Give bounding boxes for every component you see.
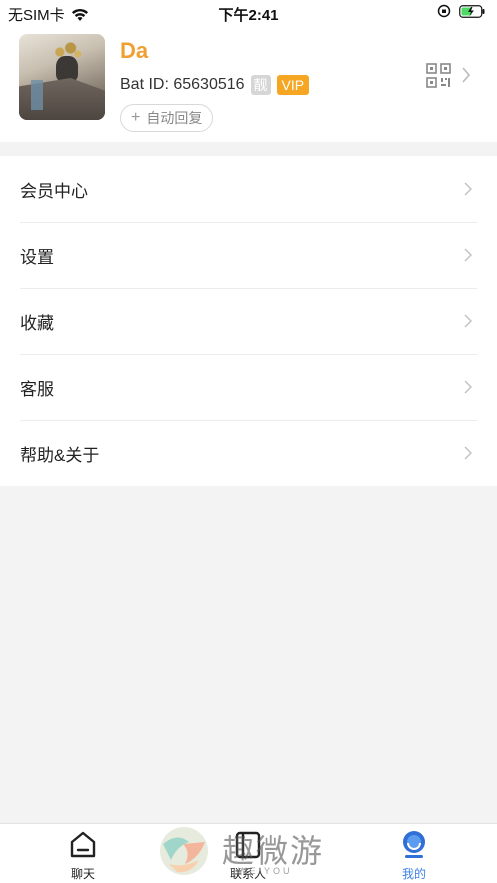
menu-item-customer-service[interactable]: 客服: [0, 354, 497, 420]
menu-item-vip-center[interactable]: 会员中心: [0, 156, 497, 222]
menu-item-help-about[interactable]: 帮助&关于: [0, 420, 497, 486]
user-id: Bat ID: 65630516: [120, 76, 245, 93]
avatar[interactable]: [19, 34, 105, 120]
chevron-right-icon: [463, 247, 473, 268]
menu-list: 会员中心 设置 收藏 客服 帮助&关于: [0, 156, 497, 486]
contacts-icon: [208, 830, 288, 863]
tab-label: 聊天: [70, 867, 95, 881]
orientation-lock-icon: [437, 4, 451, 18]
chevron-right-icon: [463, 313, 473, 334]
chevron-right-icon: [461, 66, 471, 89]
status-right: [437, 4, 485, 18]
menu-item-label: 会员中心: [20, 181, 88, 201]
chevron-right-icon: [463, 379, 473, 400]
tab-bar: 聊天 联系人 我的: [0, 823, 497, 883]
username: Da: [120, 38, 149, 63]
menu-item-favorites[interactable]: 收藏: [0, 288, 497, 354]
battery-icon: [459, 4, 485, 18]
status-bar: 无SIM卡 下午2:41: [0, 0, 497, 26]
chevron-right-icon: [463, 181, 473, 202]
chevron-right-icon: [463, 445, 473, 466]
vip-badge: VIP: [276, 75, 310, 95]
id-row: Bat ID: 65630516 靓 VIP: [120, 74, 310, 96]
tab-chat[interactable]: 聊天: [43, 830, 123, 882]
tab-label: 我的: [401, 867, 426, 881]
tab-me[interactable]: 我的: [374, 830, 454, 882]
home-icon: [43, 830, 123, 863]
qr-code-icon[interactable]: [426, 63, 451, 93]
plus-icon: +: [131, 109, 141, 126]
status-time: 下午2:41: [218, 7, 279, 24]
menu-item-label: 设置: [20, 247, 54, 267]
tab-label: 联系人: [229, 867, 266, 881]
menu-item-label: 收藏: [20, 313, 54, 333]
profile-header[interactable]: Da Bat ID: 65630516 靓 VIP + 自动回复: [0, 26, 497, 142]
menu-item-label: 帮助&关于: [20, 445, 100, 465]
menu-item-settings[interactable]: 设置: [0, 222, 497, 288]
menu-item-label: 客服: [20, 379, 54, 399]
tab-contacts[interactable]: 联系人: [208, 830, 288, 882]
auto-reply-button[interactable]: + 自动回复: [120, 104, 214, 132]
auto-reply-label: 自动回复: [146, 110, 203, 126]
profile-icon: [374, 830, 454, 863]
liang-badge: 靓: [250, 75, 271, 95]
